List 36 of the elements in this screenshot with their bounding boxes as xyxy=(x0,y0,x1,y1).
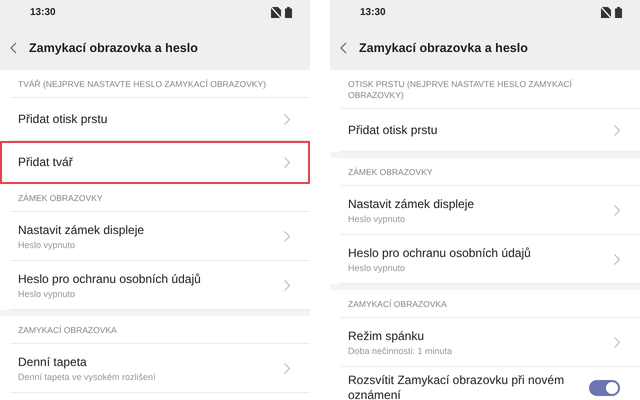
section-header: ZÁMEK OBRAZOVKY xyxy=(348,167,433,178)
section-header: ZAMYKACÍ OBRAZOVKA xyxy=(348,299,447,310)
no-sim-icon xyxy=(271,7,281,18)
chevron-right-icon xyxy=(284,280,290,290)
settings-item[interactable]: Přidat otisk prstu xyxy=(340,109,640,152)
chevron-right-icon xyxy=(284,362,290,374)
battery-icon xyxy=(615,7,622,18)
settings-item[interactable]: Nastavit zámek displeje Heslo vypnuto xyxy=(10,212,310,261)
settings-item[interactable]: Přidat otisk prstu xyxy=(10,98,310,141)
chevron-right-icon xyxy=(284,156,290,168)
settings-item[interactable]: Přidat tvář xyxy=(0,141,310,184)
battery-icon xyxy=(285,7,292,18)
no-sim-icon xyxy=(601,7,611,18)
section-header: ZAMYKACÍ OBRAZOVKA xyxy=(18,325,117,336)
back-icon[interactable] xyxy=(10,42,17,54)
setting-label: Rozsvítit Zamykací obrazovku při novém oznámení xyxy=(348,373,566,400)
settings-item[interactable]: Nastavit zámek displeje Heslo vypnuto xyxy=(340,186,640,235)
chevron-right-icon xyxy=(284,114,290,124)
section-header: TVÁŘ (NEJPRVE NASTAVTE HESLO ZAMYKACÍ OBRAZOVKY) xyxy=(18,79,266,90)
chevron-right-icon xyxy=(284,230,290,242)
chevron-right-icon xyxy=(614,124,620,136)
settings-item[interactable]: Denní tapeta Denní tapeta ve vysokém rozlišení xyxy=(10,344,310,393)
chevron-right-icon xyxy=(614,204,620,216)
status-time: 13:30 xyxy=(360,7,386,18)
section-header: ZÁMEK OBRAZOVKY xyxy=(18,193,103,204)
chevron-right-icon xyxy=(614,254,620,264)
settings-item[interactable]: Režim spánku Doba nečinnosti: 1 minuta xyxy=(340,318,640,367)
status-time: 13:30 xyxy=(30,7,56,18)
screen-title: Zamykací obrazovka a heslo xyxy=(359,40,528,54)
section-header: OTISK PRSTU (NEJPRVE NASTAVTE HESLO ZAMYKACÍ OBRAZOVKY) xyxy=(348,79,573,101)
back-icon[interactable] xyxy=(340,42,347,54)
settings-item[interactable]: Heslo pro ochranu osobních údajů Heslo vypnuto xyxy=(10,261,310,310)
chevron-right-icon xyxy=(614,336,620,348)
screen-title: Zamykací obrazovka a heslo xyxy=(29,40,198,54)
toggle-switch[interactable] xyxy=(589,380,620,396)
settings-item[interactable]: Heslo pro ochranu osobních údajů Heslo vypnuto xyxy=(340,235,640,284)
